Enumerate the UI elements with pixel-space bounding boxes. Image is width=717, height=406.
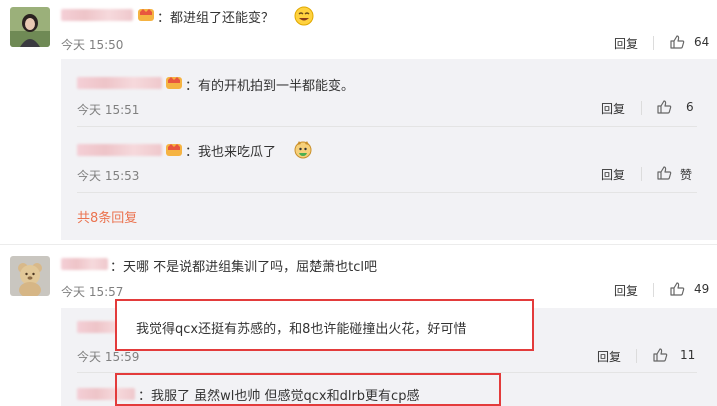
reply-button[interactable]: 回复: [614, 282, 638, 299]
username[interactable]: [77, 77, 162, 89]
reply-text: ：有的开机拍到一半都能变。: [185, 79, 355, 94]
reply-text: ：我服了 虽然wl也帅 但感觉qcx和dlrb更有cp感: [138, 389, 420, 404]
reply-button[interactable]: 回复: [614, 35, 638, 52]
avatar[interactable]: [10, 256, 50, 296]
avatar[interactable]: [10, 7, 50, 47]
divider: [653, 283, 654, 297]
comment-time: 今天 15:50: [61, 38, 124, 52]
eating-melon-emoji-icon: [294, 141, 312, 159]
vip-badge-icon: [166, 77, 182, 89]
like-count: 11: [680, 348, 696, 362]
comment-text: ：天哪 不是说都进组集训了吗，屈楚萧也tcl吧: [110, 260, 377, 275]
username[interactable]: [61, 9, 133, 21]
thumbs-up-icon[interactable]: [669, 34, 685, 50]
thumbs-up-icon[interactable]: [656, 99, 672, 115]
laughing-emoji-icon: [294, 6, 314, 26]
thumbs-up-icon[interactable]: [652, 347, 668, 363]
like-label[interactable]: 赞: [680, 166, 692, 183]
divider: [653, 36, 654, 50]
reply-time: 今天 15:51: [77, 103, 140, 117]
divider: [77, 192, 697, 193]
comment-time: 今天 15:57: [61, 285, 124, 299]
divider: [636, 349, 637, 363]
like-count: 6: [686, 100, 694, 114]
thumbs-up-icon[interactable]: [656, 165, 672, 181]
vip-badge-icon: [166, 144, 182, 156]
thumbs-up-icon[interactable]: [669, 281, 685, 297]
like-count: 49: [694, 282, 710, 296]
like-count: 64: [694, 35, 710, 49]
comment-text: ：都进组了还能变？: [157, 11, 275, 26]
reply-text: ：我也来吃瓜了: [185, 145, 277, 160]
divider: [641, 101, 642, 115]
more-replies-link[interactable]: 共8条回复: [77, 207, 137, 226]
reply-text: 我觉得qcx还挺有苏感的，和8也许能碰撞出火花，好可惜: [136, 322, 467, 337]
divider: [77, 126, 697, 127]
reply-button[interactable]: 回复: [601, 166, 625, 183]
comment-divider: [0, 244, 717, 245]
username[interactable]: [61, 258, 108, 270]
vip-badge-icon: [138, 9, 154, 21]
reply-button[interactable]: 回复: [601, 100, 625, 117]
reply-button[interactable]: 回复: [597, 348, 621, 365]
divider: [641, 167, 642, 181]
reply-time: 今天 15:53: [77, 169, 140, 183]
username[interactable]: [77, 144, 162, 156]
